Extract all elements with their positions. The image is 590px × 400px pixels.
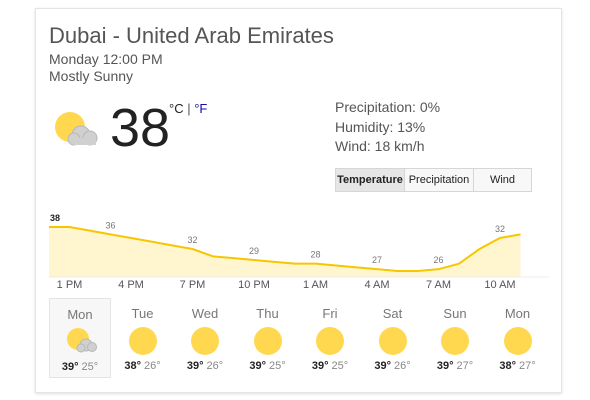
chart-data-label: 38 <box>50 213 60 223</box>
hour-tick-label: 10 AM <box>484 279 516 291</box>
forecast-low: 26° <box>394 360 411 372</box>
forecast-day[interactable]: Tue 38° 26° <box>112 298 174 378</box>
sun-icon <box>502 325 534 357</box>
hour-tick-label: 4 AM <box>364 279 390 291</box>
forecast-high: 39° <box>374 360 391 372</box>
forecast-high: 39° <box>436 360 454 372</box>
fahrenheit-link[interactable]: °F <box>194 101 207 116</box>
chart-data-label: 32 <box>187 235 197 245</box>
forecast-temps: 39° 25° <box>50 361 110 373</box>
forecast-temps: 39° 26° <box>362 360 424 372</box>
chart-data-label: 32 <box>495 224 505 234</box>
forecast-temps: 38° 27° <box>487 360 549 372</box>
unit-separator: | <box>187 101 191 116</box>
forecast-high: 38° <box>499 360 516 372</box>
forecast-temps: 39° 25° <box>299 360 361 372</box>
chart-data-label: 29 <box>249 246 259 256</box>
forecast-temps: 39° 27° <box>424 360 486 372</box>
precipitation-detail: Precipitation: 0% <box>335 99 441 115</box>
hour-tick-label: 4 PM <box>118 279 144 291</box>
forecast-temps: 39° 25° <box>237 360 299 372</box>
hour-axis: 1 PM 4 PM 7 PM 10 PM 1 AM 4 AM 7 AM 10 AM <box>36 279 561 297</box>
partly-cloudy-icon <box>65 326 97 358</box>
forecast-day-name: Mon <box>504 306 531 321</box>
forecast-low: 25° <box>269 360 286 372</box>
hour-tick-label: 7 AM <box>425 279 452 291</box>
forecast-day-name: Tue <box>131 306 154 321</box>
chart-data-label: 36 <box>105 220 115 230</box>
forecast-day[interactable]: Thu 39° 25° <box>237 298 299 378</box>
forecast-day-name: Sun <box>443 306 467 321</box>
temperature-area <box>49 227 521 277</box>
forecast-low: 27° <box>456 360 474 372</box>
sun-icon <box>314 325 346 357</box>
sun-icon <box>127 325 159 357</box>
chart-data-label: 27 <box>372 255 382 265</box>
forecast-high: 39° <box>186 360 204 372</box>
hour-tick-label: 10 PM <box>238 279 270 291</box>
hour-tick-label: 1 PM <box>56 279 83 291</box>
forecast-day-name: Fri <box>322 306 338 321</box>
hour-tick-label: 7 PM <box>179 279 206 291</box>
sun-icon <box>189 325 221 357</box>
forecast-high: 39° <box>311 360 329 372</box>
location-title: Dubai - United Arab Emirates <box>49 23 334 48</box>
chart-tabs: Temperature Precipitation Wind <box>335 168 532 192</box>
tab-wind[interactable]: Wind <box>473 169 531 191</box>
partly-cloudy-icon <box>55 112 98 146</box>
celsius-unit: °C <box>169 101 184 116</box>
forecast-day[interactable]: Mon 38° 27° <box>487 298 549 378</box>
wind-detail: Wind: 18 km/h <box>335 138 425 154</box>
tab-temperature[interactable]: Temperature <box>336 169 404 191</box>
forecast-low: 25° <box>81 361 99 373</box>
temperature-chart: 38 36 32 29 28 27 26 32 <box>49 213 549 278</box>
sun-icon <box>439 325 471 357</box>
forecast-day[interactable]: Wed 39° 26° <box>174 298 236 378</box>
forecast-low: 26° <box>144 360 161 372</box>
forecast-day[interactable]: Sun 39° 27° <box>424 298 486 378</box>
forecast-temps: 38° 26° <box>112 360 174 372</box>
forecast-high: 39° <box>249 360 266 372</box>
forecast-temps: 39° 26° <box>174 360 236 372</box>
sun-icon <box>377 325 409 357</box>
current-temperature: 38 <box>110 98 171 158</box>
chart-data-label: 26 <box>433 255 443 265</box>
forecast-high: 38° <box>124 360 141 372</box>
daily-forecast: Mon 39° 25° Tue 38° 26° Wed 39° 26° Thu 39° 25°… <box>49 298 549 378</box>
forecast-day-name: Thu <box>256 306 279 321</box>
forecast-day-name: Mon <box>67 307 93 322</box>
forecast-low: 26° <box>206 360 224 372</box>
sun-icon <box>252 325 284 357</box>
forecast-day[interactable]: Mon 39° 25° <box>49 298 111 378</box>
forecast-high: 39° <box>61 361 79 373</box>
forecast-low: 25° <box>331 360 349 372</box>
forecast-day-name: Wed <box>191 306 219 321</box>
unit-toggle: °C | °F <box>169 101 207 116</box>
datetime-label: Monday 12:00 PM <box>49 51 163 67</box>
weather-card: Dubai - United Arab Emirates Monday 12:0… <box>35 8 562 393</box>
forecast-day[interactable]: Sat 39° 26° <box>362 298 424 378</box>
forecast-day[interactable]: Fri 39° 25° <box>299 298 361 378</box>
tab-precipitation[interactable]: Precipitation <box>404 169 473 191</box>
hour-tick-label: 1 AM <box>302 279 329 291</box>
forecast-low: 27° <box>519 360 536 372</box>
chart-data-label: 28 <box>310 250 320 260</box>
condition-label: Mostly Sunny <box>49 68 134 84</box>
forecast-day-name: Sat <box>382 306 403 321</box>
humidity-detail: Humidity: 13% <box>335 119 426 135</box>
